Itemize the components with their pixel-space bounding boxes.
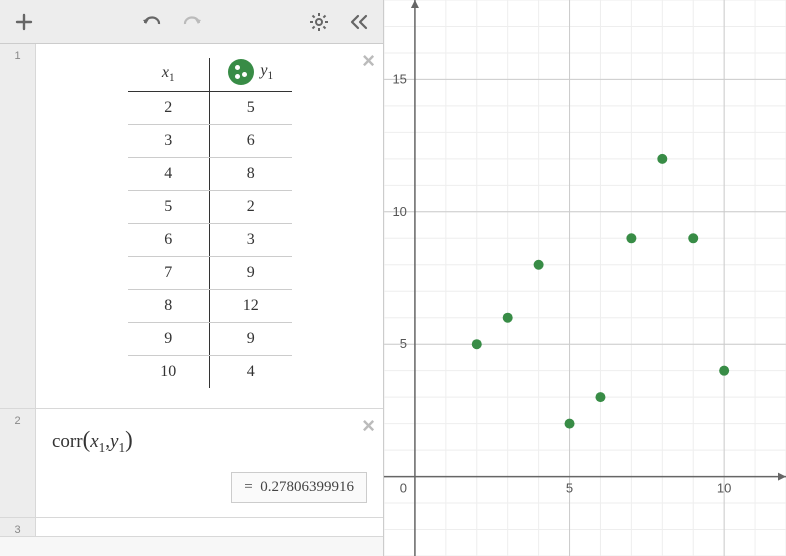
add-button[interactable] (8, 6, 40, 38)
redo-button (176, 6, 208, 38)
expression-index: 1 (0, 44, 36, 408)
svg-text:5: 5 (400, 336, 407, 351)
table-cell-x[interactable]: 4 (128, 157, 210, 190)
close-icon[interactable]: × (362, 415, 375, 437)
result-output: = 0.27806399916 (231, 472, 367, 503)
table-cell-x[interactable]: 2 (128, 91, 210, 124)
table-cell-y[interactable]: 9 (210, 322, 292, 355)
expression-index: 2 (0, 409, 36, 517)
expression-row[interactable]: 2 × corr(x1,y1) = 0.27806399916 (0, 409, 383, 518)
settings-button[interactable] (303, 6, 335, 38)
table-row[interactable]: 52 (128, 190, 292, 223)
data-point[interactable] (503, 313, 513, 323)
table-cell-x[interactable]: 10 (128, 355, 210, 388)
table-row[interactable]: 48 (128, 157, 292, 190)
data-point[interactable] (657, 154, 667, 164)
table-row[interactable]: 25 (128, 91, 292, 124)
collapse-panel-button[interactable] (343, 6, 375, 38)
data-point[interactable] (688, 233, 698, 243)
graph-canvas[interactable]: 5 10 5 10 15 0 (384, 0, 786, 556)
table-row[interactable]: 79 (128, 256, 292, 289)
table-cell-x[interactable]: 8 (128, 289, 210, 322)
table-cell-x[interactable]: 3 (128, 124, 210, 157)
table-row[interactable]: 36 (128, 124, 292, 157)
table-cell-y[interactable]: 12 (210, 289, 292, 322)
svg-text:5: 5 (566, 481, 573, 496)
data-point[interactable] (595, 392, 605, 402)
table-cell-y[interactable]: 5 (210, 91, 292, 124)
table-cell-y[interactable]: 2 (210, 190, 292, 223)
data-table[interactable]: x1 y1 25364852637981299104 (128, 58, 292, 388)
data-point[interactable] (472, 339, 482, 349)
expression-list[interactable]: 1 × x1 y1 (0, 44, 383, 556)
svg-text:10: 10 (717, 481, 731, 496)
graph-panel[interactable]: 5 10 5 10 15 0 (384, 0, 786, 556)
table-cell-x[interactable]: 9 (128, 322, 210, 355)
table-row[interactable]: 63 (128, 223, 292, 256)
table-cell-y[interactable]: 6 (210, 124, 292, 157)
scatter-plot-icon[interactable] (228, 59, 254, 85)
table-cell-y[interactable]: 4 (210, 355, 292, 388)
expression-row[interactable]: 1 × x1 y1 (0, 44, 383, 409)
undo-button[interactable] (136, 6, 168, 38)
close-icon[interactable]: × (362, 50, 375, 72)
data-point[interactable] (626, 233, 636, 243)
table-header-x[interactable]: x1 (128, 58, 210, 91)
table-cell-y[interactable]: 8 (210, 157, 292, 190)
expression-row[interactable]: 3 (0, 518, 383, 537)
svg-text:0: 0 (400, 481, 407, 496)
expression-index: 3 (0, 518, 36, 536)
data-point[interactable] (534, 260, 544, 270)
data-point[interactable] (565, 419, 575, 429)
table-row[interactable]: 812 (128, 289, 292, 322)
table-row[interactable]: 99 (128, 322, 292, 355)
expression-panel: 1 × x1 y1 (0, 0, 384, 556)
svg-text:10: 10 (392, 204, 406, 219)
table-cell-y[interactable]: 3 (210, 223, 292, 256)
table-cell-x[interactable]: 5 (128, 190, 210, 223)
toolbar (0, 0, 383, 44)
expression-formula[interactable]: corr(x1,y1) (52, 423, 367, 466)
table-cell-x[interactable]: 6 (128, 223, 210, 256)
svg-text:15: 15 (392, 71, 406, 86)
table-header-y[interactable]: y1 (210, 58, 292, 91)
table-row[interactable]: 104 (128, 355, 292, 388)
data-point[interactable] (719, 366, 729, 376)
table-cell-x[interactable]: 7 (128, 256, 210, 289)
table-cell-y[interactable]: 9 (210, 256, 292, 289)
